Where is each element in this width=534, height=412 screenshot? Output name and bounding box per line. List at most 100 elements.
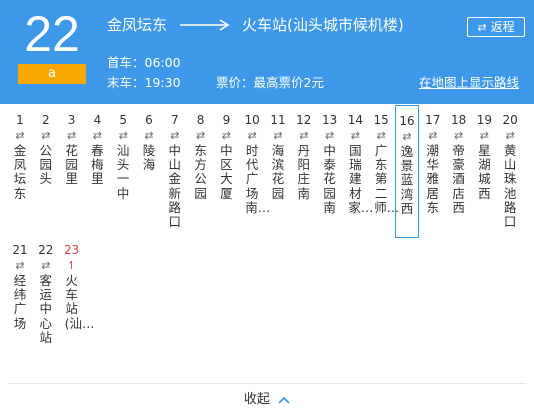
stop-number: 15 xyxy=(373,113,389,127)
chevron-up-icon xyxy=(278,396,290,404)
bidirectional-icon: ⇄ xyxy=(170,129,180,142)
return-trip-label: 返程 xyxy=(490,20,515,34)
stop-item[interactable]: 8 ⇄ 东方公园 xyxy=(189,112,213,201)
stop-number: 23 xyxy=(63,243,80,257)
stop-number: 10 xyxy=(244,113,260,127)
stop-name: 花园里 xyxy=(65,143,78,187)
stop-number: 12 xyxy=(296,113,312,127)
stop-item[interactable]: 15 ⇄ 广东第二师… xyxy=(369,112,400,215)
stop-item[interactable]: 16 ⇄ 逸景蓝湾西 xyxy=(395,105,419,238)
stop-name: 广东第二师… xyxy=(374,143,400,215)
stop-number: 7 xyxy=(170,113,179,127)
bidirectional-icon: ⇄ xyxy=(247,129,257,142)
destination-stop: 火车站(汕头城市候机楼) xyxy=(242,16,404,34)
direction-arrow-icon xyxy=(180,19,230,31)
stop-name: 潮华雅居东 xyxy=(426,143,440,215)
stop-name: 中山金新路口 xyxy=(168,143,182,230)
stop-name: 丹阳庄南 xyxy=(297,143,311,201)
bidirectional-icon: ⇄ xyxy=(15,259,25,272)
stop-item[interactable]: 10 ⇄ 时代广场南… xyxy=(240,112,271,215)
stop-item[interactable]: 12 ⇄ 丹阳庄南 xyxy=(292,112,316,201)
route-variant-badge: a xyxy=(18,64,86,84)
stop-number: 8 xyxy=(196,113,205,127)
stop-item[interactable]: 23 ↿ 火车站(汕… xyxy=(60,242,95,331)
stop-item[interactable]: 18 ⇄ 帝豪酒店西 xyxy=(447,112,471,215)
stop-item[interactable]: 11 ⇄ 海滨花园 xyxy=(266,112,290,201)
origin-stop: 金凤坛东 xyxy=(107,16,168,34)
stop-number: 22 xyxy=(38,243,54,257)
swap-icon: ⇄ xyxy=(477,21,487,34)
stop-name: 春梅里 xyxy=(91,143,104,187)
bidirectional-icon: ⇄ xyxy=(299,129,309,142)
show-route-on-map-link[interactable]: 在地图上显示路线 xyxy=(419,72,519,91)
fare-info: 票价：最高票价2元 xyxy=(216,75,324,90)
stop-item[interactable]: 4 ⇄ 春梅里 xyxy=(85,112,109,187)
stop-number: 14 xyxy=(347,113,364,127)
collapse-button[interactable]: 收起 xyxy=(0,388,534,407)
bidirectional-icon: ⇄ xyxy=(376,129,386,142)
stop-number: 5 xyxy=(119,113,127,127)
stop-number: 21 xyxy=(12,243,28,257)
stop-name: 帝豪酒店西 xyxy=(452,143,465,215)
last-bus-time: 末车：19:30 xyxy=(107,75,181,90)
stop-name: 东方公园 xyxy=(194,143,207,201)
stop-item[interactable]: 14 ⇄ 国瑞建材家… xyxy=(343,112,374,215)
collapse-label: 收起 xyxy=(243,392,270,407)
route-number: 22 xyxy=(24,6,80,62)
stop-item[interactable]: 5 ⇄ 汕头一中 xyxy=(111,112,135,201)
stop-name: 逸景蓝湾西 xyxy=(400,144,414,216)
stop-name: 客运中心站 xyxy=(39,273,53,345)
stop-number: 6 xyxy=(145,113,153,127)
bidirectional-icon: ⇄ xyxy=(144,129,154,142)
stop-name: 时代广场南… xyxy=(245,143,271,215)
bidirectional-icon: ⇄ xyxy=(479,129,489,142)
stop-item[interactable]: 22 ⇄ 客运中心站 xyxy=(34,242,58,345)
stop-number: 16 xyxy=(399,114,415,128)
stop-item[interactable]: 1 ⇄ 金凤坛东 xyxy=(8,112,32,201)
stop-item[interactable]: 21 ⇄ 经纬广场 xyxy=(8,242,32,331)
stop-number: 19 xyxy=(476,113,493,127)
stop-name: 公园头 xyxy=(39,143,53,187)
stop-name: 中泰花园南 xyxy=(323,143,336,215)
stop-name: 汕头一中 xyxy=(116,143,130,201)
stop-number: 17 xyxy=(425,113,441,127)
stop-number: 9 xyxy=(222,113,231,127)
stop-item[interactable]: 9 ⇄ 中区大厦 xyxy=(214,112,238,201)
stop-item[interactable]: 7 ⇄ 中山金新路口 xyxy=(163,112,187,229)
stop-number: 11 xyxy=(270,113,286,127)
bidirectional-icon: ⇄ xyxy=(15,129,25,142)
bidirectional-icon: ⇄ xyxy=(41,129,51,142)
bidirectional-icon: ⇄ xyxy=(324,129,335,142)
stop-name: 中区大厦 xyxy=(220,143,233,201)
bidirectional-icon: ⇄ xyxy=(428,129,438,142)
stop-item[interactable]: 6 ⇄ 陵海 xyxy=(137,112,161,172)
stop-name: 国瑞建材家… xyxy=(348,143,374,215)
bidirectional-icon: ⇄ xyxy=(118,129,128,142)
stop-name: 海滨花园 xyxy=(271,143,285,201)
stop-number: 2 xyxy=(41,113,50,127)
stop-item[interactable]: 20 ⇄ 黄山珠池路口 xyxy=(498,112,522,229)
stop-item[interactable]: 19 ⇄ 星湖城西 xyxy=(472,112,496,201)
bidirectional-icon: ⇄ xyxy=(41,259,51,272)
bidirectional-icon: ⇄ xyxy=(350,129,360,142)
first-bus-time: 首车：06:00 xyxy=(107,55,181,70)
stop-item[interactable]: 13 ⇄ 中泰花园南 xyxy=(318,112,342,215)
stop-number: 13 xyxy=(321,113,338,127)
bidirectional-icon: ⇄ xyxy=(505,129,515,142)
return-trip-button[interactable]: ⇄ 返程 xyxy=(467,17,525,37)
stop-name: 黄山珠池路口 xyxy=(503,143,517,230)
bidirectional-icon: ⇄ xyxy=(221,129,231,142)
bidirectional-icon: ⇄ xyxy=(453,129,464,142)
stop-name: 经纬广场 xyxy=(13,273,27,331)
divider xyxy=(8,383,526,384)
bidirectional-icon: ⇄ xyxy=(273,129,283,142)
stop-number: 18 xyxy=(450,113,467,127)
stop-name: 火车站(汕… xyxy=(64,273,95,331)
bidirectional-icon: ⇄ xyxy=(92,129,102,142)
stop-item[interactable]: 2 ⇄ 公园头 xyxy=(34,112,58,187)
stop-item[interactable]: 3 ⇄ 花园里 xyxy=(60,112,84,187)
stop-item[interactable]: 17 ⇄ 潮华雅居东 xyxy=(421,112,445,215)
stop-name: 星湖城西 xyxy=(478,143,491,201)
route-header: 22 a 金凤坛东 火车站(汕头城市候机楼) ⇄ 返程 首车：06:00 末车：1… xyxy=(0,0,534,104)
terminal-icon: ↿ xyxy=(66,259,77,272)
